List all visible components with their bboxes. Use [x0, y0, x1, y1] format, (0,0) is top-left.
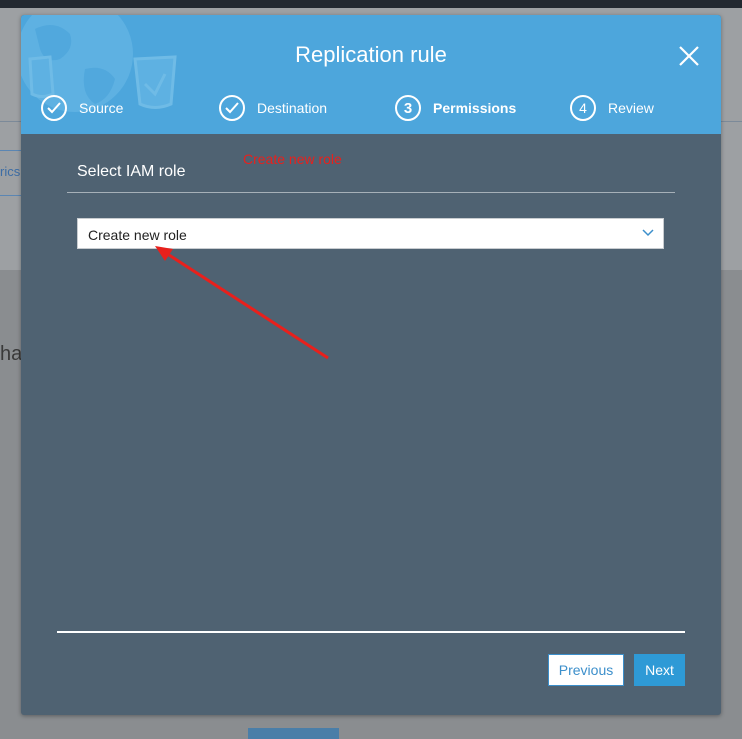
footer-divider — [57, 631, 685, 633]
next-button[interactable]: Next — [634, 654, 685, 686]
background-top-bar — [0, 0, 742, 8]
previous-button[interactable]: Previous — [548, 654, 624, 686]
background-heading: ha — [0, 343, 23, 365]
background-tab-text: rics — [0, 164, 21, 179]
replication-rule-modal: Replication rule Source Destination 3 Pe… — [21, 15, 721, 715]
annotation-arrow — [155, 246, 329, 360]
background-button — [248, 728, 339, 739]
